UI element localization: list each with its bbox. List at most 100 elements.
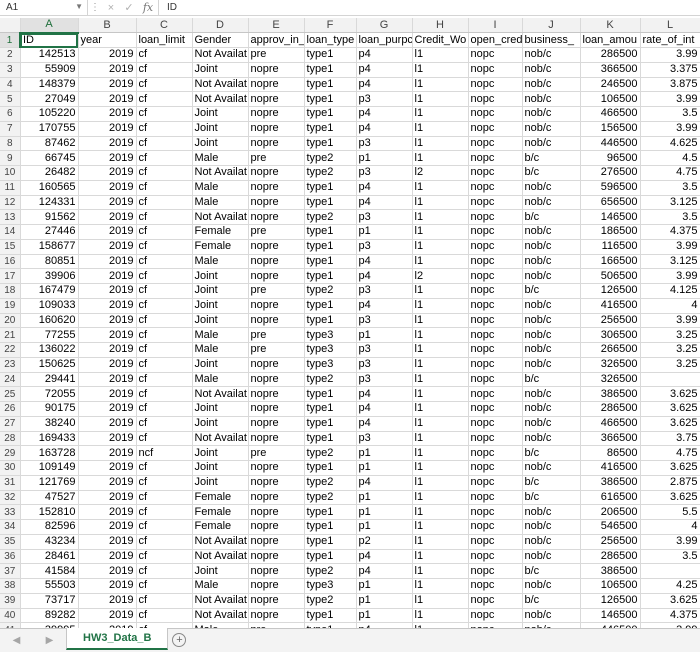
cell[interactable]: 3.875 xyxy=(640,77,700,93)
cell[interactable]: type1 xyxy=(304,401,357,417)
cell[interactable]: 4.375 xyxy=(640,224,700,240)
cell[interactable]: type1 xyxy=(304,239,357,255)
cell[interactable]: 326500 xyxy=(580,357,641,373)
cell[interactable]: Joint xyxy=(192,136,249,152)
chevron-down-icon[interactable]: ▼ xyxy=(75,2,83,11)
cell[interactable]: l1 xyxy=(412,504,469,520)
row-header[interactable]: 9 xyxy=(0,150,21,166)
cell[interactable]: nob/c xyxy=(522,549,581,565)
cell[interactable]: p4 xyxy=(356,195,413,211)
cell[interactable]: cf xyxy=(136,298,193,314)
cell[interactable]: nopc xyxy=(468,386,523,402)
cell[interactable]: nopre xyxy=(248,121,305,137)
prev-sheet-icon[interactable]: ◀ xyxy=(13,635,21,646)
column-header-d[interactable]: D xyxy=(192,18,249,34)
cell[interactable]: 2019 xyxy=(78,504,137,520)
cell[interactable]: 2019 xyxy=(78,298,137,314)
cell[interactable]: cf xyxy=(136,563,193,579)
cell[interactable]: nopre xyxy=(248,475,305,491)
row-header[interactable]: 2 xyxy=(0,47,21,63)
cell[interactable]: 96500 xyxy=(580,150,641,166)
cell[interactable]: nopc xyxy=(468,519,523,535)
cell[interactable]: Joint xyxy=(192,298,249,314)
cell[interactable]: nob/c xyxy=(522,327,581,343)
row-header[interactable]: 36 xyxy=(0,549,21,565)
cell[interactable]: nopc xyxy=(468,504,523,520)
cell[interactable]: p1 xyxy=(356,445,413,461)
cell[interactable]: 2019 xyxy=(78,239,137,255)
cell[interactable]: l1 xyxy=(412,254,469,270)
cell[interactable]: nopc xyxy=(468,534,523,550)
cell[interactable]: 506500 xyxy=(580,268,641,284)
cell[interactable]: p1 xyxy=(356,460,413,476)
cell[interactable]: Joint xyxy=(192,313,249,329)
cell[interactable]: 116500 xyxy=(580,239,641,255)
cell[interactable]: type2 xyxy=(304,150,357,166)
cell[interactable]: p4 xyxy=(356,47,413,63)
cell[interactable]: Not Availat xyxy=(192,209,249,225)
cell[interactable]: type1 xyxy=(304,136,357,152)
cell[interactable]: l1 xyxy=(412,593,469,609)
row-header[interactable]: 20 xyxy=(0,313,21,329)
cell[interactable]: nopre xyxy=(248,298,305,314)
cell[interactable]: cf xyxy=(136,475,193,491)
insert-function-icon[interactable]: fx xyxy=(138,1,158,14)
cell[interactable]: p3 xyxy=(356,209,413,225)
cell[interactable]: 166500 xyxy=(580,254,641,270)
cell[interactable]: l1 xyxy=(412,298,469,314)
cell[interactable]: 142513 xyxy=(20,47,79,63)
cell[interactable]: 3.125 xyxy=(640,195,700,211)
cell[interactable]: 2019 xyxy=(78,195,137,211)
header-cell[interactable]: business_ xyxy=(522,32,581,48)
cell[interactable]: 2019 xyxy=(78,47,137,63)
cell[interactable]: Joint xyxy=(192,416,249,432)
cell[interactable]: 2019 xyxy=(78,77,137,93)
row-header[interactable]: 15 xyxy=(0,239,21,255)
cell[interactable]: Male xyxy=(192,327,249,343)
cell[interactable]: 2019 xyxy=(78,180,137,196)
cell[interactable]: l1 xyxy=(412,313,469,329)
cell[interactable]: l1 xyxy=(412,534,469,550)
cell[interactable]: 146500 xyxy=(580,608,641,624)
cell[interactable]: cf xyxy=(136,578,193,594)
cell[interactable]: l1 xyxy=(412,401,469,417)
cell[interactable]: type1 xyxy=(304,47,357,63)
cell[interactable]: nopc xyxy=(468,327,523,343)
next-sheet-icon[interactable]: ▶ xyxy=(46,635,54,646)
cell[interactable]: 2019 xyxy=(78,608,137,624)
cell[interactable]: b/c xyxy=(522,593,581,609)
cell[interactable]: 170755 xyxy=(20,121,79,137)
cell[interactable]: nopc xyxy=(468,77,523,93)
cell[interactable]: nopc xyxy=(468,150,523,166)
cell[interactable]: l1 xyxy=(412,47,469,63)
cell[interactable]: p3 xyxy=(356,313,413,329)
cell[interactable]: Male xyxy=(192,372,249,388)
cell[interactable]: 152810 xyxy=(20,504,79,520)
cell[interactable]: nopc xyxy=(468,313,523,329)
cell[interactable]: l1 xyxy=(412,180,469,196)
cell[interactable]: nopre xyxy=(248,357,305,373)
cell[interactable]: nob/c xyxy=(522,254,581,270)
row-header[interactable]: 28 xyxy=(0,431,21,447)
cell[interactable]: b/c xyxy=(522,563,581,579)
cell[interactable]: 616500 xyxy=(580,490,641,506)
column-header-e[interactable]: E xyxy=(248,18,305,34)
cancel-icon[interactable]: × xyxy=(102,2,120,14)
cell[interactable]: 3.25 xyxy=(640,342,700,358)
cell[interactable]: 256500 xyxy=(580,534,641,550)
row-header[interactable]: 25 xyxy=(0,386,21,402)
cell[interactable]: nopre xyxy=(248,106,305,122)
cell[interactable]: nob/c xyxy=(522,47,581,63)
cell[interactable]: 4.5 xyxy=(640,150,700,166)
cell[interactable]: 286500 xyxy=(580,401,641,417)
cell[interactable]: 4.25 xyxy=(640,578,700,594)
cell[interactable]: nopc xyxy=(468,490,523,506)
cell[interactable]: p4 xyxy=(356,77,413,93)
column-header-i[interactable]: I xyxy=(468,18,523,34)
cell[interactable]: 3.625 xyxy=(640,460,700,476)
cell[interactable]: cf xyxy=(136,460,193,476)
cell[interactable]: nopc xyxy=(468,563,523,579)
cell[interactable]: l1 xyxy=(412,327,469,343)
row-header[interactable]: 32 xyxy=(0,490,21,506)
cell[interactable]: nob/c xyxy=(522,534,581,550)
